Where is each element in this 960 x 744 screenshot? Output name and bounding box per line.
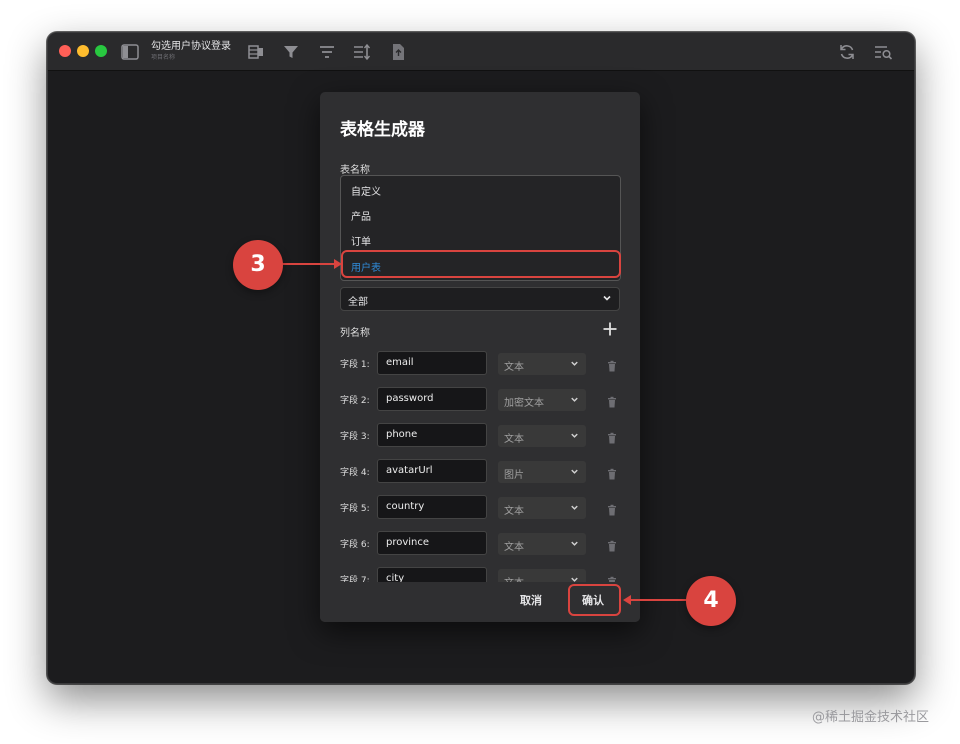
trash-icon[interactable] <box>606 393 618 408</box>
field-row: 字段 2: password 加密文本 <box>320 385 640 413</box>
field-name-input[interactable]: email <box>377 351 487 375</box>
field-row: 字段 1: email 文本 <box>320 349 640 377</box>
filter-list-icon[interactable] <box>317 42 337 62</box>
field-label: 字段 6: <box>340 540 370 550</box>
zoom-window-button[interactable] <box>95 45 107 57</box>
step-3-badge: 3 <box>233 240 283 290</box>
field-row: 字段 7: city 文本 <box>320 565 640 582</box>
field-label: 字段 3: <box>340 432 370 442</box>
minimize-window-button[interactable] <box>77 45 89 57</box>
field-type-select[interactable]: 图片 <box>498 461 586 483</box>
field-type-value: 文本 <box>504 574 524 582</box>
trash-icon[interactable] <box>606 537 618 552</box>
field-type-select[interactable]: 文本 <box>498 497 586 519</box>
field-list: 字段 1: email 文本 字段 2: password 加密文本 字段 3:… <box>320 346 640 582</box>
chevron-down-icon <box>569 574 580 582</box>
project-subtitle: 项目名称 <box>151 54 176 61</box>
chevron-down-icon <box>569 502 580 513</box>
field-name-input[interactable]: province <box>377 531 487 555</box>
watermark: @稀土掘金技术社区 <box>812 710 930 725</box>
table-generator-dialog: 表格生成器 表名称 自定义 产品 订单 用户表 全部 列名称 字段 1: ema… <box>320 92 640 622</box>
highlight-confirm-button <box>568 584 621 616</box>
field-type-value: 文本 <box>504 362 524 373</box>
filter-select-value: 全部 <box>348 297 368 308</box>
close-window-button[interactable] <box>59 45 71 57</box>
field-type-select[interactable]: 文本 <box>498 425 586 447</box>
sort-icon[interactable] <box>352 42 372 62</box>
field-type-select[interactable]: 文本 <box>498 569 586 582</box>
columns-label: 列名称 <box>340 328 370 339</box>
table-name-label: 表名称 <box>340 165 370 176</box>
sidebar-toggle-icon[interactable] <box>120 42 140 62</box>
field-row: 字段 3: phone 文本 <box>320 421 640 449</box>
dialog-title: 表格生成器 <box>340 120 425 140</box>
chevron-down-icon <box>569 394 580 405</box>
field-type-value: 文本 <box>504 506 524 517</box>
field-name-input[interactable]: avatarUrl <box>377 459 487 483</box>
project-title: 勾选用户协议登录 <box>151 41 231 52</box>
field-name-input[interactable]: password <box>377 387 487 411</box>
trash-icon[interactable] <box>606 501 618 516</box>
step-4-badge: 4 <box>686 576 736 626</box>
field-row: 字段 4: avatarUrl 图片 <box>320 457 640 485</box>
step-3-arrow-icon <box>282 259 342 269</box>
chevron-down-icon <box>569 430 580 441</box>
step-4-arrow-icon <box>623 595 687 605</box>
refresh-icon[interactable] <box>837 42 857 62</box>
field-label: 字段 1: <box>340 360 370 370</box>
field-type-select[interactable]: 文本 <box>498 533 586 555</box>
field-row: 字段 6: province 文本 <box>320 529 640 557</box>
field-row: 字段 5: country 文本 <box>320 493 640 521</box>
field-type-value: 加密文本 <box>504 398 544 409</box>
field-label: 字段 2: <box>340 396 370 406</box>
highlight-user-table-option <box>341 250 621 278</box>
field-type-value: 文本 <box>504 434 524 445</box>
chevron-down-icon <box>569 538 580 549</box>
export-file-icon[interactable] <box>388 42 408 62</box>
dropdown-option-custom[interactable]: 自定义 <box>351 183 381 198</box>
add-column-icon[interactable] <box>602 321 618 337</box>
field-type-select[interactable]: 文本 <box>498 353 586 375</box>
field-type-select[interactable]: 加密文本 <box>498 389 586 411</box>
field-name-input[interactable]: city <box>377 567 487 582</box>
title-bar: 勾选用户协议登录 项目名称 <box>48 33 914 71</box>
filter-select[interactable]: 全部 <box>340 287 620 311</box>
chevron-down-icon <box>569 466 580 477</box>
field-type-value: 图片 <box>504 470 524 481</box>
trash-icon[interactable] <box>606 465 618 480</box>
chevron-down-icon <box>569 358 580 369</box>
cancel-button[interactable]: 取消 <box>520 592 542 608</box>
trash-icon[interactable] <box>606 357 618 372</box>
table-generator-icon[interactable] <box>246 42 266 62</box>
dropdown-option-product[interactable]: 产品 <box>351 208 371 223</box>
dropdown-option-order[interactable]: 订单 <box>351 233 371 248</box>
field-type-value: 文本 <box>504 542 524 553</box>
field-name-input[interactable]: phone <box>377 423 487 447</box>
chevron-down-icon <box>601 292 613 304</box>
trash-icon[interactable] <box>606 429 618 444</box>
filter-icon[interactable] <box>281 42 301 62</box>
search-list-icon[interactable] <box>873 42 893 62</box>
field-label: 字段 4: <box>340 468 370 478</box>
field-label: 字段 5: <box>340 504 370 514</box>
field-label: 字段 7: <box>340 576 370 582</box>
trash-icon[interactable] <box>606 573 618 582</box>
field-name-input[interactable]: country <box>377 495 487 519</box>
